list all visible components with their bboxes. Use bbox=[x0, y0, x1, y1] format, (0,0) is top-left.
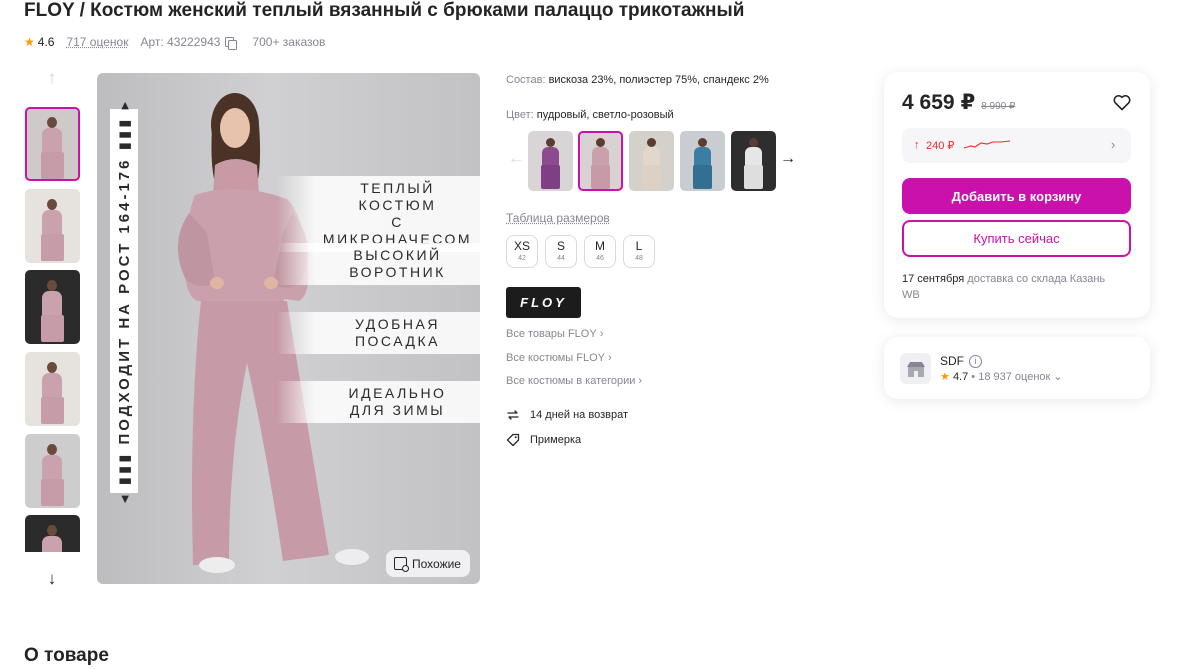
composition-value: вискоза 23%, полиэстер 75%, спандекс 2% bbox=[548, 74, 769, 86]
product-rating: 4.6 bbox=[37, 35, 55, 49]
arrow-up-icon: ↑ bbox=[914, 139, 920, 151]
product-meta: ★ 4.6 717 оценок Арт: 43222943 700+ зака… bbox=[24, 35, 326, 50]
arrow-left-icon[interactable]: ← bbox=[508, 150, 524, 168]
old-price: 8 990 ₽ bbox=[981, 101, 1016, 112]
heart-icon[interactable] bbox=[1113, 94, 1131, 111]
price-sparkline bbox=[963, 140, 1011, 149]
category-link[interactable]: Все костюмы в категории › bbox=[506, 375, 642, 387]
size-name: L bbox=[635, 239, 643, 253]
fitting-info: Примерка bbox=[506, 433, 581, 447]
size-name: S bbox=[556, 239, 565, 253]
tag-icon bbox=[506, 433, 520, 447]
about-section-title: О товаре bbox=[24, 645, 109, 666]
link-label: Все костюмы FLOY bbox=[506, 352, 605, 364]
chevron-right-icon: › bbox=[599, 328, 604, 340]
delivery-info: 17 сентября доставка со склада Казань WB bbox=[902, 271, 1122, 303]
link-label: Все товары FLOY bbox=[506, 328, 597, 340]
feature-label: ИДЕАЛЬНО ДЛЯ ЗИМЫ bbox=[277, 381, 480, 423]
size-ru: 46 bbox=[596, 255, 604, 262]
chevron-down-icon: ⌄ bbox=[1053, 371, 1063, 383]
chevron-right-icon: › bbox=[638, 375, 643, 387]
thumbnail[interactable] bbox=[25, 434, 80, 508]
arrow-up-icon[interactable]: ↑ bbox=[42, 68, 62, 88]
chevron-right-icon: › bbox=[1111, 137, 1116, 152]
price-block: 4 659 ₽ 8 990 ₽ bbox=[902, 90, 1015, 115]
thumbnail[interactable] bbox=[25, 352, 80, 426]
color-value: пудровый, светло-розовый bbox=[536, 109, 674, 121]
add-to-cart-button[interactable]: Добавить в корзину bbox=[902, 178, 1131, 214]
brand-category-link[interactable]: Все костюмы FLOY › bbox=[506, 352, 612, 364]
color-swatch[interactable] bbox=[629, 131, 674, 191]
size-ru: 48 bbox=[635, 255, 643, 262]
size-name: M bbox=[595, 239, 605, 253]
similar-label: Похожие bbox=[412, 556, 461, 571]
color-swatch[interactable] bbox=[731, 131, 776, 191]
seller-rating[interactable]: ★ 4.7 • 18 937 оценок ⌄ bbox=[940, 370, 1063, 383]
color-swatch[interactable] bbox=[578, 131, 623, 191]
color-variants: ← → bbox=[506, 131, 806, 191]
size-option[interactable]: XS 42 bbox=[506, 235, 538, 268]
copy-icon[interactable] bbox=[225, 36, 238, 50]
chevron-right-icon: › bbox=[607, 352, 612, 364]
brand-logo[interactable]: FLOY bbox=[506, 287, 581, 318]
seller-reviews: • 18 937 оценок bbox=[971, 371, 1051, 383]
thumbnail[interactable] bbox=[25, 189, 80, 263]
reviews-link[interactable]: 717 оценок bbox=[66, 35, 128, 49]
size-name: XS bbox=[513, 239, 530, 253]
return-policy: 14 дней на возврат bbox=[506, 408, 628, 422]
color-swatch[interactable] bbox=[680, 131, 725, 191]
seller-logo[interactable] bbox=[900, 353, 931, 384]
article-number: Арт: 43222943 bbox=[140, 35, 221, 49]
color-label: Цвет: bbox=[506, 109, 534, 121]
star-icon: ★ bbox=[24, 35, 35, 49]
size-ru: 42 bbox=[518, 255, 526, 262]
buy-now-button[interactable]: Купить сейчас bbox=[902, 220, 1131, 257]
seller-card[interactable]: SDF i ★ 4.7 • 18 937 оценок ⌄ bbox=[884, 337, 1150, 399]
info-icon[interactable]: i bbox=[969, 354, 982, 368]
product-title: FLOY / Костюм женский теплый вязанный с … bbox=[24, 0, 745, 21]
thumbnail[interactable] bbox=[25, 515, 80, 552]
height-banner: ◂ ▮▮▮ ПОДХОДИТ НА РОСТ 164-176 ▮▮▮ ▸ bbox=[110, 99, 138, 503]
return-icon bbox=[507, 410, 519, 420]
size-selector: XS 42 S 44 M 46 L 48 bbox=[506, 235, 655, 268]
composition-label: Состав: bbox=[506, 74, 546, 86]
seller-name-row: SDF i bbox=[940, 354, 982, 368]
currency-symbol: ₽ bbox=[960, 91, 976, 114]
similar-button[interactable]: Похожие bbox=[386, 550, 470, 577]
feature-label: УДОБНАЯ ПОСАДКА bbox=[277, 312, 480, 354]
arrow-right-icon[interactable]: → bbox=[780, 150, 796, 168]
main-product-image[interactable]: ◂ ▮▮▮ ПОДХОДИТ НА РОСТ 164-176 ▮▮▮ ▸ ТЕП… bbox=[97, 73, 480, 584]
price-history[interactable]: ↑ 240 ₽ › bbox=[902, 128, 1131, 163]
seller-name[interactable]: SDF bbox=[940, 354, 964, 368]
store-icon bbox=[906, 361, 925, 377]
brand-products-link[interactable]: Все товары FLOY › bbox=[506, 328, 603, 340]
feature-label: ВЫСОКИЙ ВОРОТНИК bbox=[277, 243, 480, 285]
size-option[interactable]: M 46 bbox=[584, 235, 616, 268]
thumbnail[interactable] bbox=[25, 270, 80, 344]
fitting-text: Примерка bbox=[530, 434, 582, 446]
composition: Состав: вискоза 23%, полиэстер 75%, спан… bbox=[506, 74, 769, 86]
size-table-link[interactable]: Таблица размеров bbox=[506, 211, 610, 225]
height-banner-text: ◂ ▮▮▮ ПОДХОДИТ НА РОСТ 164-176 ▮▮▮ ▸ bbox=[116, 98, 134, 504]
price-card: 4 659 ₽ 8 990 ₽ ↑ 240 ₽ › Добавить в кор… bbox=[884, 72, 1150, 318]
thumbnail[interactable] bbox=[25, 107, 80, 181]
color-swatch[interactable] bbox=[528, 131, 573, 191]
thumbnail-list bbox=[24, 106, 82, 552]
star-icon: ★ bbox=[940, 371, 950, 383]
current-price: 4 659 bbox=[902, 91, 955, 114]
arrow-down-icon[interactable]: ↓ bbox=[42, 569, 62, 589]
return-text: 14 дней на возврат bbox=[530, 409, 628, 421]
seller-rating-value: 4.7 bbox=[952, 371, 969, 383]
feature-label: ТЕПЛЫЙ КОСТЮМ С МИКРОНАЧЕСОМ bbox=[277, 176, 480, 252]
size-ru: 44 bbox=[557, 255, 565, 262]
orders-count: 700+ заказов bbox=[252, 35, 326, 49]
similar-search-icon bbox=[394, 557, 409, 572]
price-change: 240 ₽ bbox=[926, 140, 955, 152]
link-label: Все костюмы в категории bbox=[506, 375, 636, 387]
color-info: Цвет: пудровый, светло-розовый bbox=[506, 109, 674, 121]
delivery-date: 17 сентября bbox=[902, 273, 965, 285]
size-option[interactable]: S 44 bbox=[545, 235, 577, 268]
size-option[interactable]: L 48 bbox=[623, 235, 655, 268]
